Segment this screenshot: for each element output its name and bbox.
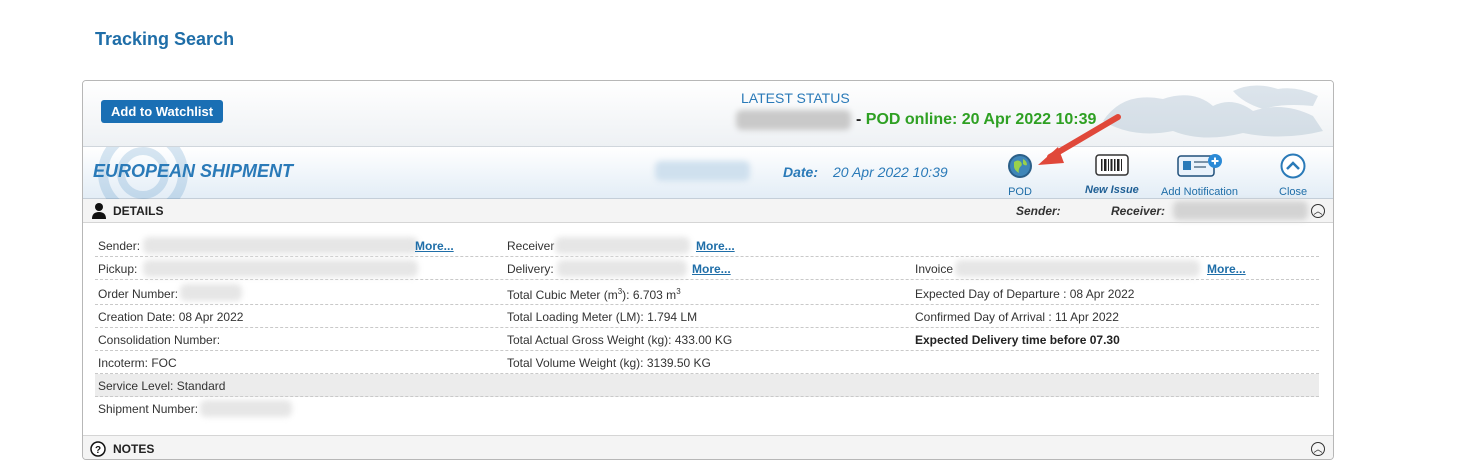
help-icon: ? (90, 441, 106, 457)
invoice-more-link[interactable]: More... (1207, 262, 1246, 276)
page-title: Tracking Search (95, 29, 235, 49)
status-dash: - (856, 111, 862, 128)
incoterm: Incoterm: FOC (98, 356, 177, 370)
service-level: Service Level: Standard (98, 379, 226, 393)
collapse-icon[interactable]: ︿ (1311, 204, 1325, 218)
invoice-label: Invoice (915, 262, 954, 276)
delivery-label: Delivery: (507, 262, 554, 276)
redacted-reference (736, 110, 851, 130)
confirmed-arrival: Confirmed Day of Arrival : 11 Apr 2022 (915, 310, 1119, 324)
notification-card-icon (1176, 154, 1222, 177)
expected-delivery: Expected Delivery time before 07.30 (915, 333, 1120, 347)
pickup-label: Pickup: (98, 262, 138, 276)
receiver-more-link[interactable]: More... (696, 239, 735, 253)
sender-more-link[interactable]: More... (415, 239, 454, 253)
new-issue-label: New Issue (1085, 184, 1139, 196)
header-sender-label: Sender: (1016, 204, 1061, 218)
creation-date: Creation Date: 08 Apr 2022 (98, 310, 244, 324)
notes-title: NOTES (113, 442, 155, 456)
table-row: Pickup: Delivery: More... Invoice More..… (95, 257, 1319, 280)
shipment-title: EUROPEAN SHIPMENT (93, 161, 294, 181)
user-icon (92, 203, 106, 219)
notes-header[interactable]: ? NOTES ︿ (83, 435, 1333, 459)
redacted-order-number (180, 284, 242, 301)
consolidation-number: Consolidation Number: (98, 333, 221, 347)
order-number-label: Order Number: (98, 287, 179, 301)
redacted-pickup (143, 260, 418, 277)
close-label: Close (1279, 186, 1308, 198)
shipment-number-label: Shipment Number: (98, 402, 199, 416)
collapse-icon[interactable]: ︿ (1311, 442, 1325, 456)
close-button[interactable]: Close (1279, 153, 1307, 198)
add-to-watchlist-button[interactable]: Add to Watchlist (101, 100, 224, 123)
receiver-label: Receiver (507, 239, 555, 253)
redacted-receiver (1173, 201, 1308, 220)
shipment-panel: Add to Watchlist LATEST STATUS - POD onl… (82, 80, 1334, 460)
sender-label: Sender: (98, 239, 141, 253)
date-value: 20 Apr 2022 10:39 (833, 164, 948, 180)
total-cubic-meter: Total Cubic Meter (m3): 6.703 m3 (507, 287, 681, 302)
delivery-more-link[interactable]: More... (692, 262, 731, 276)
shipment-bar: EUROPEAN SHIPMENT Date: 20 Apr 2022 10:3… (83, 147, 1333, 199)
add-notification-button[interactable]: Add Notification (1161, 153, 1238, 198)
svg-text:?: ? (95, 445, 101, 456)
table-row: Creation Date: 08 Apr 2022 Total Loading… (95, 305, 1319, 328)
add-notification-label: Add Notification (1161, 186, 1239, 198)
details-table: Sender: More... Receiver More... Pickup:… (95, 234, 1319, 420)
table-row: Shipment Number: (95, 397, 1319, 420)
status-bar: Add to Watchlist LATEST STATUS - POD onl… (83, 81, 1333, 147)
total-loading-meter: Total Loading Meter (LM): 1.794 LM (507, 310, 698, 324)
details-title: DETAILS (113, 204, 164, 218)
latest-status-label: LATEST STATUS (741, 90, 850, 106)
table-row: Sender: More... Receiver More... (95, 234, 1319, 257)
expected-departure: Expected Day of Departure : 08 Apr 2022 (915, 287, 1135, 301)
header-receiver-label: Receiver: (1111, 204, 1166, 218)
table-row: Consolidation Number: Total Actual Gross… (95, 328, 1319, 351)
details-header[interactable]: DETAILS Sender: Receiver: ︿ (83, 199, 1333, 223)
redacted-shipment-number (200, 400, 292, 417)
table-row: Incoterm: FOC Total Volume Weight (kg): … (95, 351, 1319, 374)
redacted-shipment-id (655, 161, 750, 181)
redacted-invoice (955, 260, 1200, 277)
red-arrow-annotation (1038, 114, 1121, 165)
total-volume-weight: Total Volume Weight (kg): 3139.50 KG (507, 356, 711, 370)
redacted-delivery (557, 260, 687, 277)
chevron-up-icon (1280, 153, 1306, 179)
total-gross-weight: Total Actual Gross Weight (kg): 433.00 K… (507, 333, 733, 347)
pod-label: POD (1008, 186, 1032, 198)
table-row: Order Number: Total Cubic Meter (m3): 6.… (95, 280, 1319, 305)
redacted-sender (143, 237, 418, 254)
date-label: Date: (783, 164, 819, 180)
table-row: Service Level: Standard (95, 374, 1319, 397)
redacted-receiver-detail (555, 237, 690, 254)
